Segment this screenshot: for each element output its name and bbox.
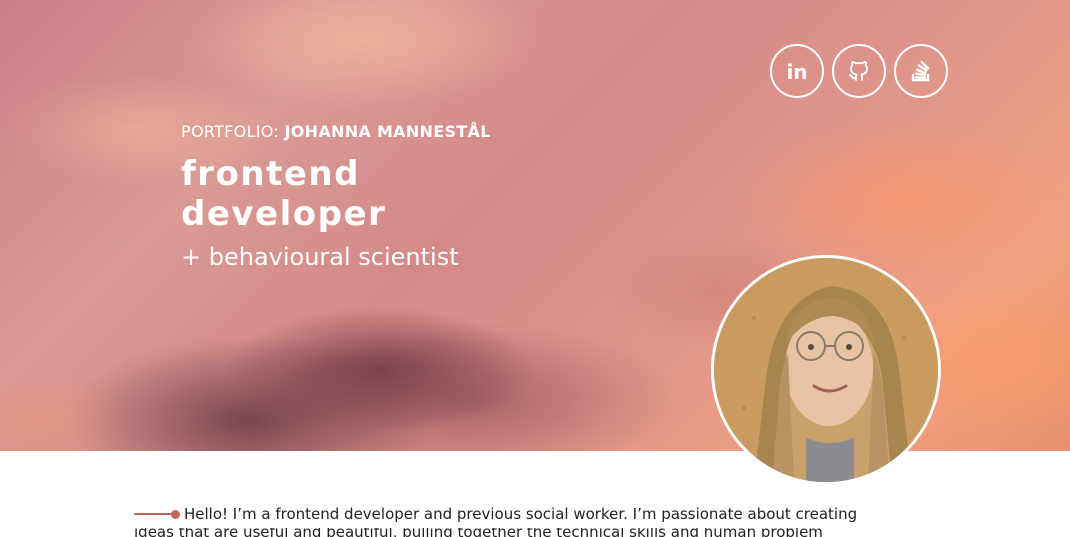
intro-paragraph: Hello! I’m a frontend developer and prev… <box>134 502 894 526</box>
github-icon <box>847 59 871 83</box>
kicker-prefix: PORTFOLIO: <box>181 122 280 141</box>
hero-title-line1: frontend <box>181 154 360 194</box>
kicker-name: JOHANNA MANNESTÅL <box>284 122 491 141</box>
avatar-portrait <box>714 258 938 482</box>
intro-text-line1: Hello! I’m a frontend developer and prev… <box>184 505 858 523</box>
intro-accent-line <box>134 513 172 515</box>
intro-text-line2-wrapper: ideas that are useful and beautiful, pul… <box>134 528 894 537</box>
hero-title: frontend developer <box>181 154 491 234</box>
intro-accent-dot <box>171 509 180 519</box>
avatar <box>711 255 941 485</box>
linkedin-icon: in <box>784 60 810 82</box>
stackoverflow-icon <box>908 58 934 84</box>
portfolio-page: in PORTFOLIO: JOHANNA MANNESTÅL frontend… <box>0 0 1070 537</box>
linkedin-icon-text: in <box>786 60 807 82</box>
linkedin-link[interactable]: in <box>770 44 824 98</box>
hero-title-line2: developer <box>181 194 387 234</box>
hero-text: PORTFOLIO: JOHANNA MANNESTÅL frontend de… <box>181 120 491 272</box>
hero-kicker: PORTFOLIO: JOHANNA MANNESTÅL <box>181 120 491 144</box>
hero-subtitle: + behavioural scientist <box>181 243 459 271</box>
stackoverflow-link[interactable] <box>894 44 948 98</box>
intro-text-line2: ideas that are useful and beautiful, pul… <box>134 528 823 537</box>
social-links: in <box>770 44 948 98</box>
github-link[interactable] <box>832 44 886 98</box>
